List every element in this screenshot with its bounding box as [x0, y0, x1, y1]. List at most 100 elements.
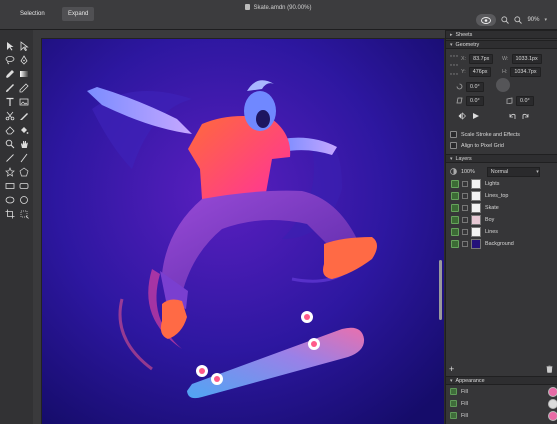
image-tool[interactable]	[18, 96, 30, 108]
lock-icon[interactable]	[462, 192, 468, 199]
flip-vertical-icon[interactable]	[472, 112, 480, 120]
fill-swatch[interactable]	[548, 410, 557, 421]
skater-artwork	[42, 39, 444, 424]
layer-row[interactable]: Lines	[446, 226, 557, 237]
knife-tool[interactable]	[18, 110, 30, 122]
line-tool[interactable]	[4, 152, 16, 164]
x-value[interactable]: 83.7px	[469, 53, 494, 64]
visibility-checkbox[interactable]	[451, 203, 459, 212]
geometry-header[interactable]: ▾ Geometry	[446, 40, 557, 49]
layer-row[interactable]: Skate	[446, 202, 557, 213]
selection-button[interactable]: Selection	[14, 7, 51, 21]
pencil-tool[interactable]	[18, 82, 30, 94]
height-field[interactable]: H: 1034.7px	[502, 66, 541, 77]
appearance-item[interactable]: Fill	[446, 398, 557, 409]
visibility-checkbox[interactable]	[451, 215, 459, 224]
fill-checkbox[interactable]	[450, 412, 457, 419]
rectangle-tool[interactable]	[4, 180, 16, 192]
fill-swatch[interactable]	[548, 398, 557, 409]
fill-swatch[interactable]	[548, 386, 557, 397]
opacity-value[interactable]: 100%	[461, 169, 475, 175]
zoom-in-icon[interactable]	[501, 16, 510, 24]
zoom-out-icon[interactable]	[514, 16, 523, 24]
lock-icon[interactable]	[462, 240, 468, 247]
flip-horizontal-icon[interactable]	[458, 112, 466, 120]
rotation-value[interactable]: 0.0°	[466, 81, 484, 92]
y-field[interactable]: Y: 476px	[461, 66, 492, 77]
layer-name: Lights	[485, 180, 500, 187]
slash-tool[interactable]	[18, 152, 30, 164]
h-value[interactable]: 1034.7px	[510, 66, 541, 77]
gradient-tool[interactable]	[18, 68, 30, 80]
fill-checkbox[interactable]	[450, 400, 457, 407]
width-field[interactable]: W: 1033.1px	[502, 53, 542, 64]
fill-label: Fill	[461, 400, 468, 407]
hand-tool[interactable]	[18, 138, 30, 150]
eyedropper-tool[interactable]	[4, 68, 16, 80]
layer-row[interactable]: Boy	[446, 214, 557, 225]
brush-tool[interactable]	[4, 82, 16, 94]
vertical-ruler	[33, 38, 42, 424]
rotate-left-icon[interactable]	[508, 112, 516, 120]
add-layer-icon[interactable]: +	[449, 364, 454, 374]
scissors-tool[interactable]	[4, 110, 16, 122]
circle-tool[interactable]	[18, 194, 30, 206]
fill-tool[interactable]	[18, 124, 30, 136]
align-pixel-checkbox[interactable]	[450, 142, 457, 149]
x-field[interactable]: X: 83.7px	[461, 53, 494, 64]
direct-select-tool[interactable]	[18, 40, 30, 52]
lock-icon[interactable]	[462, 180, 468, 187]
trash-icon[interactable]	[546, 365, 553, 373]
appearance-item[interactable]: Fill	[446, 386, 557, 397]
star-tool[interactable]	[4, 166, 16, 178]
lock-icon[interactable]	[462, 216, 468, 223]
vertical-scrollbar[interactable]	[439, 260, 442, 320]
layer-row[interactable]: Background	[446, 238, 557, 249]
pen-tool[interactable]	[18, 54, 30, 66]
visibility-checkbox[interactable]	[451, 239, 459, 248]
skew-b-field[interactable]: 0.0°	[506, 95, 534, 106]
lasso-tool[interactable]	[4, 54, 16, 66]
blend-mode-select[interactable]: Normal ▾	[486, 166, 540, 177]
transform-tool[interactable]	[18, 208, 30, 220]
scale-stroke-option[interactable]: Scale Stroke and Effects	[446, 129, 557, 140]
y-value[interactable]: 476px	[468, 66, 492, 77]
preview-toggle[interactable]	[476, 14, 497, 26]
fill-checkbox[interactable]	[450, 388, 457, 395]
magnifier-tool[interactable]	[4, 138, 16, 150]
lock-icon[interactable]	[462, 228, 468, 235]
w-value[interactable]: 1033.1px	[511, 53, 542, 64]
select-tool[interactable]	[4, 40, 16, 52]
visibility-checkbox[interactable]	[451, 179, 459, 188]
layer-thumbnail	[471, 226, 481, 237]
chevron-down-icon[interactable]: ▾	[544, 17, 547, 23]
lock-icon[interactable]	[462, 204, 468, 211]
polygon-tool[interactable]	[18, 166, 30, 178]
horizontal-ruler	[33, 30, 445, 39]
crop-tool[interactable]	[4, 208, 16, 220]
expand-button[interactable]: Expand	[62, 7, 95, 21]
skew-a-field[interactable]: 0.0°	[456, 95, 484, 106]
rotation-field[interactable]: 0.0°	[456, 81, 484, 92]
layer-row[interactable]: Lights	[446, 178, 557, 189]
eraser-tool[interactable]	[4, 124, 16, 136]
ellipse-tool[interactable]	[4, 194, 16, 206]
appearance-header[interactable]: ▾ Appearance	[446, 376, 557, 385]
visibility-checkbox[interactable]	[451, 227, 459, 236]
visibility-checkbox[interactable]	[451, 191, 459, 200]
rotation-dial[interactable]	[496, 78, 510, 92]
skew-b-value[interactable]: 0.0°	[516, 95, 534, 106]
text-tool[interactable]	[4, 96, 16, 108]
layers-header[interactable]: ▾ Layers	[446, 154, 557, 163]
layer-row[interactable]: Lines_top	[446, 190, 557, 201]
scale-stroke-checkbox[interactable]	[450, 131, 457, 138]
zoom-level[interactable]: 90%	[527, 17, 539, 23]
skew-a-value[interactable]: 0.0°	[466, 95, 484, 106]
appearance-item[interactable]: Fill	[446, 410, 557, 421]
rounded-rectangle-tool[interactable]	[18, 180, 30, 192]
rotate-right-icon[interactable]	[522, 112, 530, 120]
artboard-canvas[interactable]	[42, 39, 444, 424]
sheets-header[interactable]: ▸ Sheets	[446, 30, 557, 39]
align-pixel-option[interactable]: Align to Pixel Grid	[446, 140, 557, 151]
anchor-grid-icon[interactable]	[450, 54, 458, 76]
